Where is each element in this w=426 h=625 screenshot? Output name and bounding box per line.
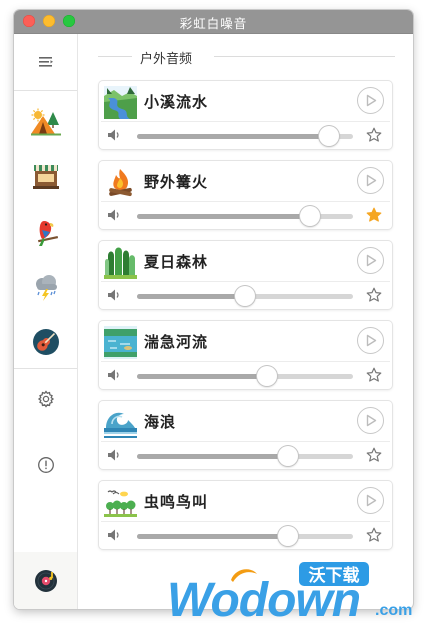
volume-slider[interactable] [137,206,353,226]
wave-icon [104,406,137,439]
settings-button[interactable] [14,386,77,412]
volume-slider-fill [137,454,288,459]
volume-slider[interactable] [137,446,353,466]
volume-slider[interactable] [137,286,353,306]
play-icon [366,254,376,267]
play-button[interactable] [357,407,384,434]
favorite-star-icon[interactable] [366,207,382,223]
sound-card: 虫鸣鸟叫 [99,481,392,549]
card-divider [101,121,390,122]
card-divider [101,521,390,522]
sound-card: 夏日森林 [99,241,392,309]
sound-card: 小溪流水 [99,81,392,149]
card-divider [101,361,390,362]
volume-slider-fill [137,374,267,379]
volume-icon [108,449,119,461]
section-divider-left [98,56,132,57]
volume-slider[interactable] [137,126,353,146]
river-icon [104,326,137,359]
camping-icon [30,108,61,136]
sidebar-divider [14,90,77,91]
play-button[interactable] [357,327,384,354]
watermark-badge: 沃下载 [309,565,360,586]
gear-icon [37,390,54,408]
title-bar[interactable]: 彩虹白噪音 [14,10,413,34]
menu-icon [38,57,53,67]
sidebar-item-birds[interactable] [14,216,77,250]
campfire-icon [104,166,137,199]
parrot-icon [37,221,58,246]
play-icon [366,414,376,427]
volume-icon [108,129,119,141]
sidebar-item-camping[interactable] [14,104,77,140]
volume-slider[interactable] [137,526,353,546]
forest-icon [104,246,137,279]
sound-name: 夏日森林 [144,253,209,271]
volume-slider-knob[interactable] [235,286,255,306]
play-button[interactable] [357,487,384,514]
sidebar-divider [14,368,77,369]
volume-slider-knob[interactable] [257,366,277,386]
play-icon [366,174,376,187]
sidebar-item-music[interactable] [14,324,77,360]
volume-slider-knob[interactable] [319,126,339,146]
play-button[interactable] [357,167,384,194]
play-icon [366,94,376,107]
stream-icon [104,86,137,119]
volume-slider-knob[interactable] [278,446,298,466]
volume-icon [108,369,119,381]
volume-slider-fill [137,294,245,299]
volume-icon [108,209,119,221]
cafe-icon [32,165,59,189]
menu-button[interactable] [14,47,77,77]
vinyl-record-icon [34,569,57,592]
volume-slider-fill [137,534,288,539]
thunderstorm-icon [35,275,57,301]
watermark-suffix: .com [375,602,412,619]
favorite-star-icon[interactable] [366,527,382,543]
sound-card: 湍急河流 [99,321,392,389]
section-title: 户外音频 [140,52,193,67]
play-icon [366,334,376,347]
sound-card: 海浪 [99,401,392,469]
birds-trees-icon [104,486,137,519]
sound-name: 野外篝火 [144,173,209,191]
main-content: 户外音频 小溪流水 野外篝火 夏日森林 湍急河流 海浪 虫鸣鸟叫 [78,34,413,609]
volume-icon [108,529,119,541]
info-button[interactable] [14,452,77,478]
sidebar [14,34,78,609]
play-icon [366,494,376,507]
app-window: 彩虹白噪音 户外音频 小溪流水 野外篝火 夏日森林 湍急河流 海浪 虫鸣鸟叫 [14,10,413,609]
sound-name: 海浪 [144,413,177,431]
volume-slider-fill [137,214,310,219]
favorite-star-icon[interactable] [366,367,382,383]
volume-slider-knob[interactable] [300,206,320,226]
volume-icon [108,289,119,301]
window-title: 彩虹白噪音 [179,16,248,31]
card-divider [101,441,390,442]
sound-name: 小溪流水 [144,93,209,111]
volume-slider-knob[interactable] [278,526,298,546]
now-playing-button[interactable] [14,552,77,609]
favorite-star-icon[interactable] [366,127,382,143]
sidebar-item-cafe[interactable] [14,159,77,193]
watermark-logo: Wodown 沃下载 .com [167,562,412,624]
card-divider [101,281,390,282]
card-divider [101,201,390,202]
sound-name: 虫鸣鸟叫 [144,493,209,511]
sidebar-item-weather[interactable] [14,270,77,304]
volume-slider-fill [137,134,329,139]
play-button[interactable] [357,247,384,274]
play-button[interactable] [357,87,384,114]
volume-slider[interactable] [137,366,353,386]
favorite-star-icon[interactable] [366,287,382,303]
sound-card: 野外篝火 [99,161,392,229]
sound-name: 湍急河流 [144,333,209,351]
section-divider-right [214,56,395,57]
section-header: 户外音频 [98,48,395,67]
guitar-icon [32,329,59,355]
info-icon [37,457,54,473]
favorite-star-icon[interactable] [366,447,382,463]
